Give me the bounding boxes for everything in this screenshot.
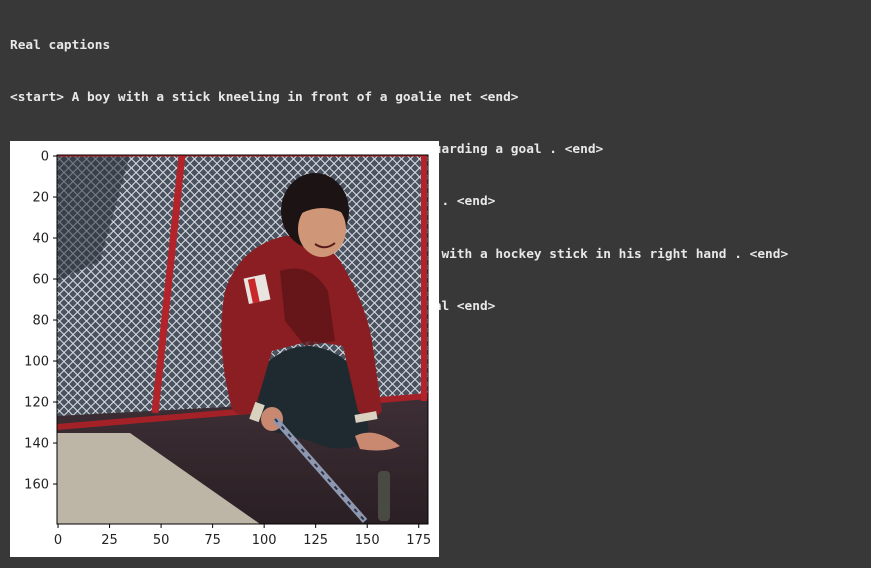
x-tick-label: 175 <box>406 533 431 548</box>
photo-image <box>57 155 428 524</box>
x-tick-label: 0 <box>54 533 62 548</box>
y-tick-label: 140 <box>24 437 49 452</box>
y-tick-label: 60 <box>32 273 49 288</box>
x-tick-label: 25 <box>101 533 118 548</box>
real-caption-line: <start> A boy with a stick kneeling in f… <box>10 90 519 106</box>
image-plot-svg: 0 25 50 75 100 125 150 175 0 20 40 60 80 100 120 140 16… <box>24 150 431 548</box>
x-tick-label: 50 <box>153 533 170 548</box>
y-tick-label: 120 <box>24 396 49 411</box>
real-captions-heading: Real captions <box>10 37 111 53</box>
x-tick-label: 125 <box>303 533 328 548</box>
y-tick-label: 100 <box>24 355 49 370</box>
y-tick-label: 0 <box>41 150 49 165</box>
y-tick-label: 20 <box>32 191 49 206</box>
x-tick-label: 75 <box>204 533 221 548</box>
y-axis: 0 20 40 60 80 100 120 140 160 <box>24 150 57 493</box>
x-tick-label: 100 <box>252 533 277 548</box>
x-tick-label: 150 <box>355 533 380 548</box>
y-tick-label: 40 <box>32 232 49 247</box>
image-plot-figure: 0 25 50 75 100 125 150 175 0 20 40 60 80 100 120 140 16… <box>10 141 439 557</box>
x-axis: 0 25 50 75 100 125 150 175 <box>54 524 431 548</box>
y-tick-label: 160 <box>24 478 49 493</box>
y-tick-label: 80 <box>32 314 49 329</box>
